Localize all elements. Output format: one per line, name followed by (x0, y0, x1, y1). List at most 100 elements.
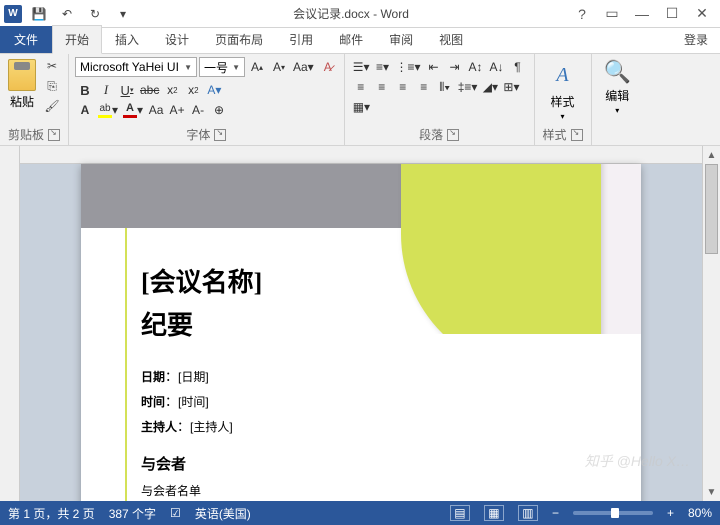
minimize-button[interactable]: — (628, 3, 656, 25)
zoom-thumb[interactable] (611, 508, 619, 518)
tab-home[interactable]: 开始 (52, 25, 102, 54)
font-color-button[interactable]: A▾ (121, 100, 145, 120)
distribute-icon[interactable]: ⫴▾ (435, 77, 455, 97)
title-bar: W 💾 ↶ ↻ ▾ 会议记录.docx - Word ? ▭ — ☐ ✕ (0, 0, 720, 28)
bold-button[interactable]: B (75, 80, 95, 100)
char-shading-icon[interactable]: A- (188, 100, 208, 120)
align-left-icon[interactable]: ≡ (351, 77, 371, 97)
host-field[interactable]: 主持人：[主持人] (141, 416, 581, 435)
clipboard-launcher[interactable] (48, 129, 60, 141)
document-area: [会议名称] 纪要 日期：[日期] 时间：[时间] 主持人：[主持人] 与会者 … (0, 146, 720, 501)
superscript-button[interactable]: x2 (183, 80, 203, 100)
redo-icon[interactable]: ↻ (84, 3, 106, 25)
editing-button[interactable]: 🔍 编辑 ▾ (598, 57, 637, 117)
date-field[interactable]: 日期：[日期] (141, 366, 581, 385)
snap-grid-icon[interactable]: ▦▾ (351, 97, 372, 117)
find-icon: 🔍 (604, 59, 631, 85)
scroll-up-icon[interactable]: ▲ (703, 146, 720, 164)
text-effects-icon[interactable]: A▾ (204, 80, 224, 100)
zoom-level[interactable]: 80% (688, 506, 712, 520)
attendees-body[interactable]: 与会者名单 (141, 482, 581, 499)
grow-font-icon[interactable]: A▴ (247, 57, 267, 77)
borders-icon[interactable]: ⊞▾ (501, 77, 521, 97)
multilevel-icon[interactable]: ⋮≡▾ (393, 57, 422, 77)
tab-references[interactable]: 引用 (276, 25, 326, 53)
zoom-slider[interactable] (573, 511, 653, 515)
spellcheck-icon[interactable]: ☑ (170, 506, 181, 520)
qat-customize-icon[interactable]: ▾ (112, 3, 134, 25)
minutes-heading[interactable]: 纪要 (141, 305, 581, 342)
font-name-select[interactable]: Microsoft YaHei UI▼ (75, 57, 197, 77)
ribbon-collapse-icon[interactable]: ▭ (598, 3, 626, 25)
justify-icon[interactable]: ≡ (414, 77, 434, 97)
shrink-font-icon[interactable]: A▾ (269, 57, 289, 77)
tab-layout[interactable]: 页面布局 (202, 25, 276, 53)
font-size-select[interactable]: 一号▼ (199, 57, 245, 77)
scroll-down-icon[interactable]: ▼ (703, 483, 720, 501)
format-painter-icon[interactable]: 🖌 (42, 97, 62, 115)
zoom-out-button[interactable]: − (552, 506, 559, 520)
shading-icon[interactable]: ◢▾ (480, 77, 500, 97)
paste-button[interactable]: 粘贴 (6, 57, 38, 112)
close-button[interactable]: ✕ (688, 3, 716, 25)
bullets-icon[interactable]: ☰▾ (351, 57, 372, 77)
styles-button[interactable]: A 样式 ▾ (541, 57, 585, 123)
vertical-ruler[interactable] (0, 146, 20, 501)
file-tab[interactable]: 文件 (0, 26, 52, 53)
attendees-heading[interactable]: 与会者 (141, 453, 581, 474)
phonetic-guide-icon[interactable]: A (75, 100, 95, 120)
chevron-down-icon: ▼ (184, 63, 192, 72)
scrollbar-thumb[interactable] (705, 164, 718, 254)
text-direction-icon[interactable]: A↕ (466, 57, 486, 77)
maximize-button[interactable]: ☐ (658, 3, 686, 25)
read-mode-icon[interactable]: ▤ (450, 505, 470, 521)
subscript-button[interactable]: x2 (162, 80, 182, 100)
word-count[interactable]: 387 个字 (109, 505, 156, 522)
paragraph-group-label: 段落 (419, 126, 443, 143)
increase-indent-icon[interactable]: ⇥ (445, 57, 465, 77)
align-right-icon[interactable]: ≡ (393, 77, 413, 97)
paragraph-launcher[interactable] (447, 129, 459, 141)
circled-char-icon[interactable]: ⊕ (209, 100, 229, 120)
styles-launcher[interactable] (571, 129, 583, 141)
char-border-icon[interactable]: Aa (146, 100, 166, 120)
document-scroll[interactable]: [会议名称] 纪要 日期：[日期] 时间：[时间] 主持人：[主持人] 与会者 … (20, 146, 702, 501)
highlight-button[interactable]: ab▾ (96, 100, 120, 120)
help-icon[interactable]: ? (568, 3, 596, 25)
tab-design[interactable]: 设计 (152, 25, 202, 53)
numbering-icon[interactable]: ≡▾ (372, 57, 392, 77)
save-icon[interactable]: 💾 (28, 3, 50, 25)
styles-icon: A (547, 59, 579, 91)
print-layout-icon[interactable]: ▦ (484, 505, 504, 521)
sort-icon[interactable]: A↓ (487, 57, 507, 77)
change-case-icon[interactable]: Aa▾ (291, 57, 316, 77)
align-center-icon[interactable]: ≡ (372, 77, 392, 97)
web-layout-icon[interactable]: ▥ (518, 505, 538, 521)
copy-icon[interactable]: ⎘ (42, 77, 62, 95)
horizontal-ruler[interactable] (20, 146, 702, 164)
font-launcher[interactable] (214, 129, 226, 141)
italic-button[interactable]: I (96, 80, 116, 100)
clear-format-icon[interactable]: A̷ (318, 57, 338, 77)
zoom-in-button[interactable]: + (667, 506, 674, 520)
strikethrough-button[interactable]: abc (138, 80, 161, 100)
page-indicator[interactable]: 第 1 页，共 2 页 (8, 505, 95, 522)
login-button[interactable]: 登录 (672, 26, 720, 53)
meeting-name-heading[interactable]: [会议名称] (141, 262, 581, 299)
line-spacing-icon[interactable]: ‡≡▾ (456, 77, 480, 97)
tab-insert[interactable]: 插入 (102, 25, 152, 53)
tab-review[interactable]: 审阅 (376, 25, 426, 53)
cut-icon[interactable]: ✂ (42, 57, 62, 75)
vertical-scrollbar[interactable]: ▲ ▼ (702, 146, 720, 501)
page[interactable]: [会议名称] 纪要 日期：[日期] 时间：[时间] 主持人：[主持人] 与会者 … (81, 164, 641, 501)
language-indicator[interactable]: 英语(美国) (195, 505, 251, 522)
time-field[interactable]: 时间：[时间] (141, 391, 581, 410)
tab-mailings[interactable]: 邮件 (326, 25, 376, 53)
undo-icon[interactable]: ↶ (56, 3, 78, 25)
group-paragraph: ☰▾ ≡▾ ⋮≡▾ ⇤ ⇥ A↕ A↓ ¶ ≡ ≡ ≡ ≡ ⫴▾ ‡≡▾ ◢▾ … (345, 54, 535, 145)
show-marks-icon[interactable]: ¶ (508, 57, 528, 77)
underline-button[interactable]: U▾ (117, 80, 137, 100)
tab-view[interactable]: 视图 (426, 25, 476, 53)
enclose-char-icon[interactable]: A+ (167, 100, 187, 120)
decrease-indent-icon[interactable]: ⇤ (424, 57, 444, 77)
